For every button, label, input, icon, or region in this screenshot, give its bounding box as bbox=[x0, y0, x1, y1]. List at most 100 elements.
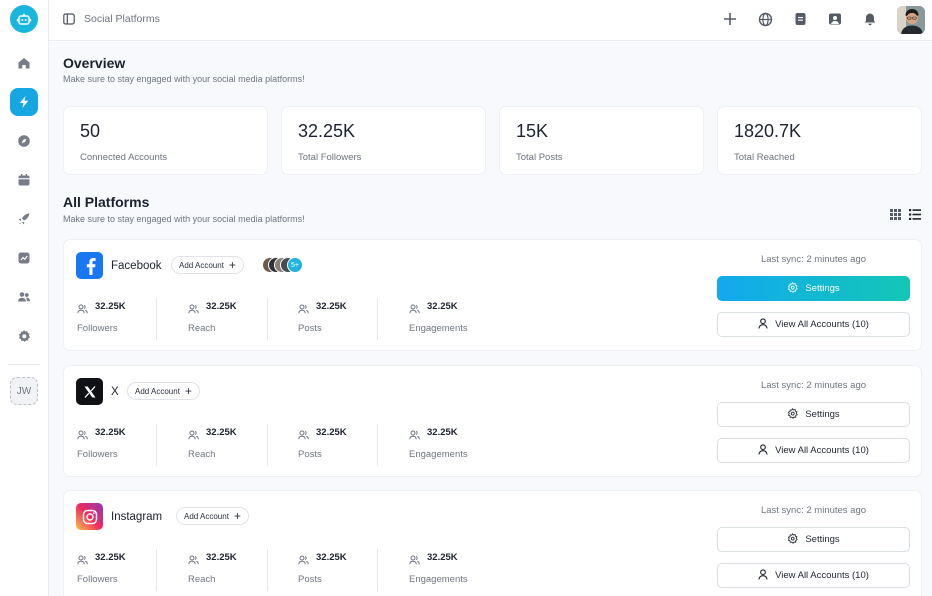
stat-value: 1820.7K bbox=[734, 121, 802, 141]
plus-icon[interactable] bbox=[721, 10, 739, 28]
user-avatar[interactable] bbox=[897, 6, 925, 34]
metric-value: 32.25K bbox=[95, 301, 126, 312]
view-all-accounts-button[interactable]: View All Accounts (10) bbox=[717, 312, 910, 337]
users-icon bbox=[77, 552, 88, 570]
plus-icon: + bbox=[233, 509, 241, 523]
add-account-button[interactable]: Add Account + bbox=[176, 507, 249, 525]
robot-icon[interactable] bbox=[10, 5, 38, 33]
stat-label: Connected Accounts bbox=[80, 152, 168, 163]
metric-label: Engagements bbox=[409, 449, 468, 460]
metric-value: 32.25K bbox=[206, 552, 237, 563]
users-icon bbox=[188, 427, 199, 445]
top-bar: Social Platforms bbox=[49, 0, 932, 41]
overview-subtitle: Make sure to stay engaged with your soci… bbox=[63, 74, 305, 84]
document-icon[interactable] bbox=[791, 10, 809, 28]
workspace-avatar[interactable]: JW bbox=[10, 377, 38, 405]
add-account-label: Add Account bbox=[184, 511, 229, 521]
platform-card-instagram: Instagram Add Account + 32.25K Followers … bbox=[63, 490, 922, 596]
user-icon bbox=[758, 317, 768, 332]
view-all-accounts-button[interactable]: View All Accounts (10) bbox=[717, 563, 910, 588]
users-icon bbox=[77, 301, 88, 319]
lightning-icon[interactable] bbox=[10, 88, 38, 116]
users-icon bbox=[409, 552, 420, 570]
x-icon bbox=[76, 378, 103, 405]
metric-label: Followers bbox=[77, 323, 118, 334]
add-account-button[interactable]: Add Account + bbox=[127, 382, 200, 400]
users-icon bbox=[77, 427, 88, 445]
users-icon bbox=[298, 301, 309, 319]
metric-divider bbox=[156, 549, 157, 591]
overview-title: Overview bbox=[63, 55, 126, 71]
all-platforms-title: All Platforms bbox=[63, 194, 150, 210]
more-accounts-badge: 5+ bbox=[287, 257, 303, 273]
platform-name: X bbox=[111, 386, 119, 398]
settings-button[interactable]: Settings bbox=[717, 276, 910, 301]
globe-icon[interactable] bbox=[756, 10, 774, 28]
metric-divider bbox=[267, 424, 268, 466]
settings-icon bbox=[787, 532, 799, 547]
bell-icon[interactable] bbox=[861, 10, 879, 28]
sidebar-toggle-icon[interactable] bbox=[63, 12, 75, 30]
metric-value: 32.25K bbox=[427, 301, 458, 312]
rocket-icon[interactable] bbox=[10, 205, 38, 233]
app-root: JW Social Platforms Overview Make sure t… bbox=[0, 0, 932, 596]
image-icon[interactable] bbox=[826, 10, 844, 28]
list-view-icon[interactable] bbox=[909, 207, 921, 225]
stat-card-total-followers: 32.25K Total Followers bbox=[281, 106, 486, 175]
metric-posts: 32.25K Posts bbox=[298, 298, 408, 340]
metric-engagements: 32.25K Engagements bbox=[409, 424, 519, 466]
grid-view-icon[interactable] bbox=[890, 207, 901, 225]
settings-icon bbox=[787, 281, 799, 296]
metric-label: Reach bbox=[188, 323, 216, 334]
metric-label: Posts bbox=[298, 323, 322, 334]
stat-value: 15K bbox=[516, 121, 549, 141]
metric-followers: 32.25K Followers bbox=[77, 298, 187, 340]
view-all-label: View All Accounts (10) bbox=[775, 570, 869, 581]
last-sync-text: Last sync: 2 minutes ago bbox=[760, 254, 867, 265]
users-icon[interactable] bbox=[10, 283, 38, 311]
stat-card-total-posts: 15K Total Posts bbox=[499, 106, 704, 175]
gear-icon[interactable] bbox=[10, 322, 38, 350]
add-account-button[interactable]: Add Account + bbox=[171, 256, 244, 274]
settings-button[interactable]: Settings bbox=[717, 527, 910, 552]
compass-icon[interactable] bbox=[10, 127, 38, 155]
metric-value: 32.25K bbox=[95, 427, 126, 438]
calendar-icon[interactable] bbox=[10, 166, 38, 194]
metric-reach: 32.25K Reach bbox=[188, 298, 298, 340]
last-sync-text: Last sync: 2 minutes ago bbox=[760, 380, 867, 391]
chart-icon[interactable] bbox=[10, 244, 38, 272]
metric-divider bbox=[377, 424, 378, 466]
metric-posts: 32.25K Posts bbox=[298, 424, 408, 466]
metric-engagements: 32.25K Engagements bbox=[409, 298, 519, 340]
metric-value: 32.25K bbox=[316, 427, 347, 438]
main-content: Overview Make sure to stay engaged with … bbox=[49, 42, 932, 596]
metric-label: Followers bbox=[77, 449, 118, 460]
users-icon bbox=[409, 427, 420, 445]
all-platforms-subtitle: Make sure to stay engaged with your soci… bbox=[63, 214, 305, 224]
platform-name: Instagram bbox=[111, 511, 163, 523]
view-all-accounts-button[interactable]: View All Accounts (10) bbox=[717, 438, 910, 463]
metric-divider bbox=[156, 424, 157, 466]
add-account-label: Add Account bbox=[135, 386, 180, 396]
stat-label: Total Posts bbox=[516, 152, 563, 163]
sidebar-divider bbox=[8, 364, 40, 365]
metric-label: Engagements bbox=[409, 574, 468, 585]
metric-followers: 32.25K Followers bbox=[77, 424, 187, 466]
view-all-label: View All Accounts (10) bbox=[775, 445, 869, 456]
metric-value: 32.25K bbox=[206, 427, 237, 438]
metric-label: Posts bbox=[298, 449, 322, 460]
platform-card-facebook: Facebook Add Account + 5+ 32.25K Follower… bbox=[63, 239, 922, 351]
stat-value: 50 bbox=[80, 121, 101, 141]
breadcrumb: Social Platforms bbox=[84, 13, 160, 25]
plus-icon: + bbox=[228, 258, 236, 272]
metric-label: Reach bbox=[188, 574, 216, 585]
metric-value: 32.25K bbox=[427, 427, 458, 438]
settings-button[interactable]: Settings bbox=[717, 402, 910, 427]
instagram-icon bbox=[76, 503, 103, 530]
add-account-label: Add Account bbox=[179, 260, 224, 270]
plus-icon: + bbox=[184, 384, 192, 398]
stat-value: 32.25K bbox=[298, 121, 356, 141]
metric-value: 32.25K bbox=[316, 552, 347, 563]
connected-avatars[interactable]: 5+ bbox=[262, 257, 312, 273]
home-icon[interactable] bbox=[10, 49, 38, 77]
